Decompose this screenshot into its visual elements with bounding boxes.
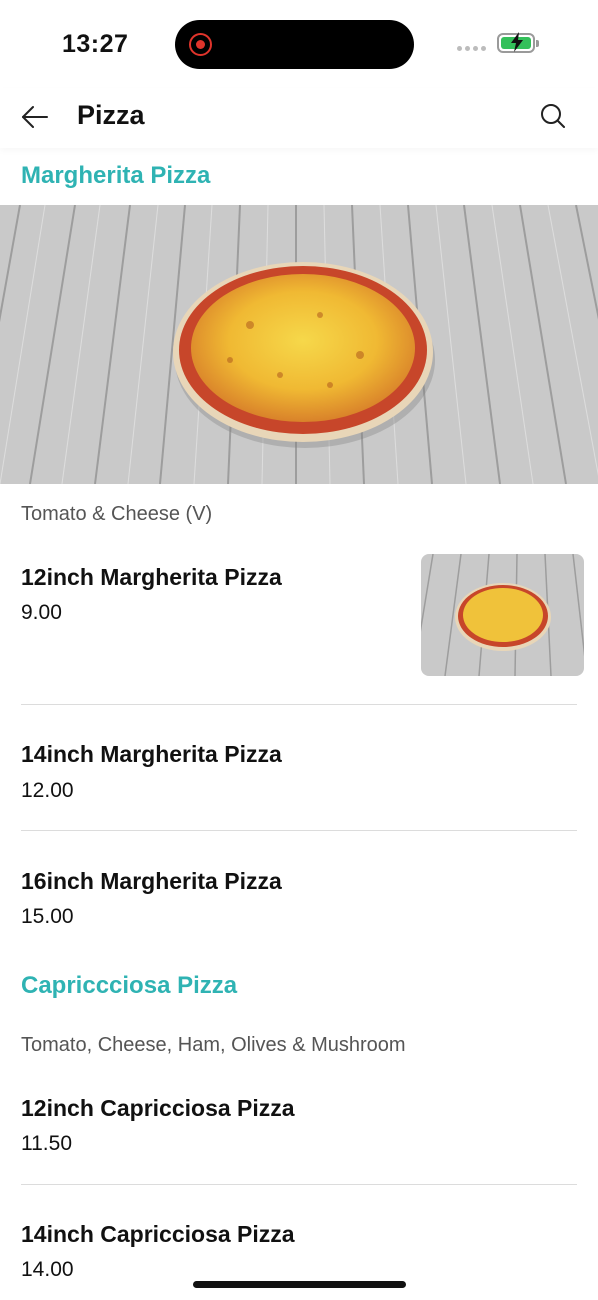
search-icon — [541, 104, 565, 128]
status-bar: 13:27 — [0, 0, 598, 88]
section-description-capricciosa: Tomato, Cheese, Ham, Olives & Mushroom — [21, 1034, 406, 1056]
status-time: 13:27 — [62, 30, 129, 58]
hero-image-margherita — [0, 205, 598, 484]
menu-item-name[interactable]: 14inch Margherita Pizza — [21, 741, 282, 768]
menu-item-price: 14.00 — [21, 1258, 74, 1281]
menu-item-name[interactable]: 14inch Capricciosa Pizza — [21, 1221, 295, 1248]
charging-bolt-icon — [511, 32, 523, 52]
menu-item-name[interactable]: 16inch Margherita Pizza — [21, 868, 282, 895]
dynamic-island — [175, 20, 414, 69]
home-indicator — [193, 1281, 406, 1288]
recording-icon — [189, 33, 212, 56]
arrow-left-icon — [22, 106, 48, 128]
section-description-margherita: Tomato & Cheese (V) — [21, 503, 213, 525]
back-button[interactable] — [18, 100, 52, 134]
section-title-capricciosa: Capriccciosa Pizza — [21, 972, 238, 999]
menu-item-thumbnail[interactable] — [421, 554, 584, 676]
menu-item-price: 9.00 — [21, 601, 62, 624]
app-header: Pizza — [0, 88, 598, 148]
signal-icon — [457, 46, 486, 51]
menu-item-name[interactable]: 12inch Margherita Pizza — [21, 564, 282, 591]
menu-item-name[interactable]: 12inch Capricciosa Pizza — [21, 1095, 295, 1122]
page-title: Pizza — [77, 100, 145, 130]
menu-item-price: 11.50 — [21, 1132, 72, 1155]
menu-item-price: 12.00 — [21, 779, 74, 802]
divider — [21, 1184, 577, 1185]
search-button[interactable] — [537, 100, 571, 134]
divider — [21, 704, 577, 705]
section-title-margherita: Margherita Pizza — [21, 162, 211, 189]
divider — [21, 830, 577, 831]
menu-item-price: 15.00 — [21, 905, 74, 928]
battery-icon — [497, 32, 539, 53]
